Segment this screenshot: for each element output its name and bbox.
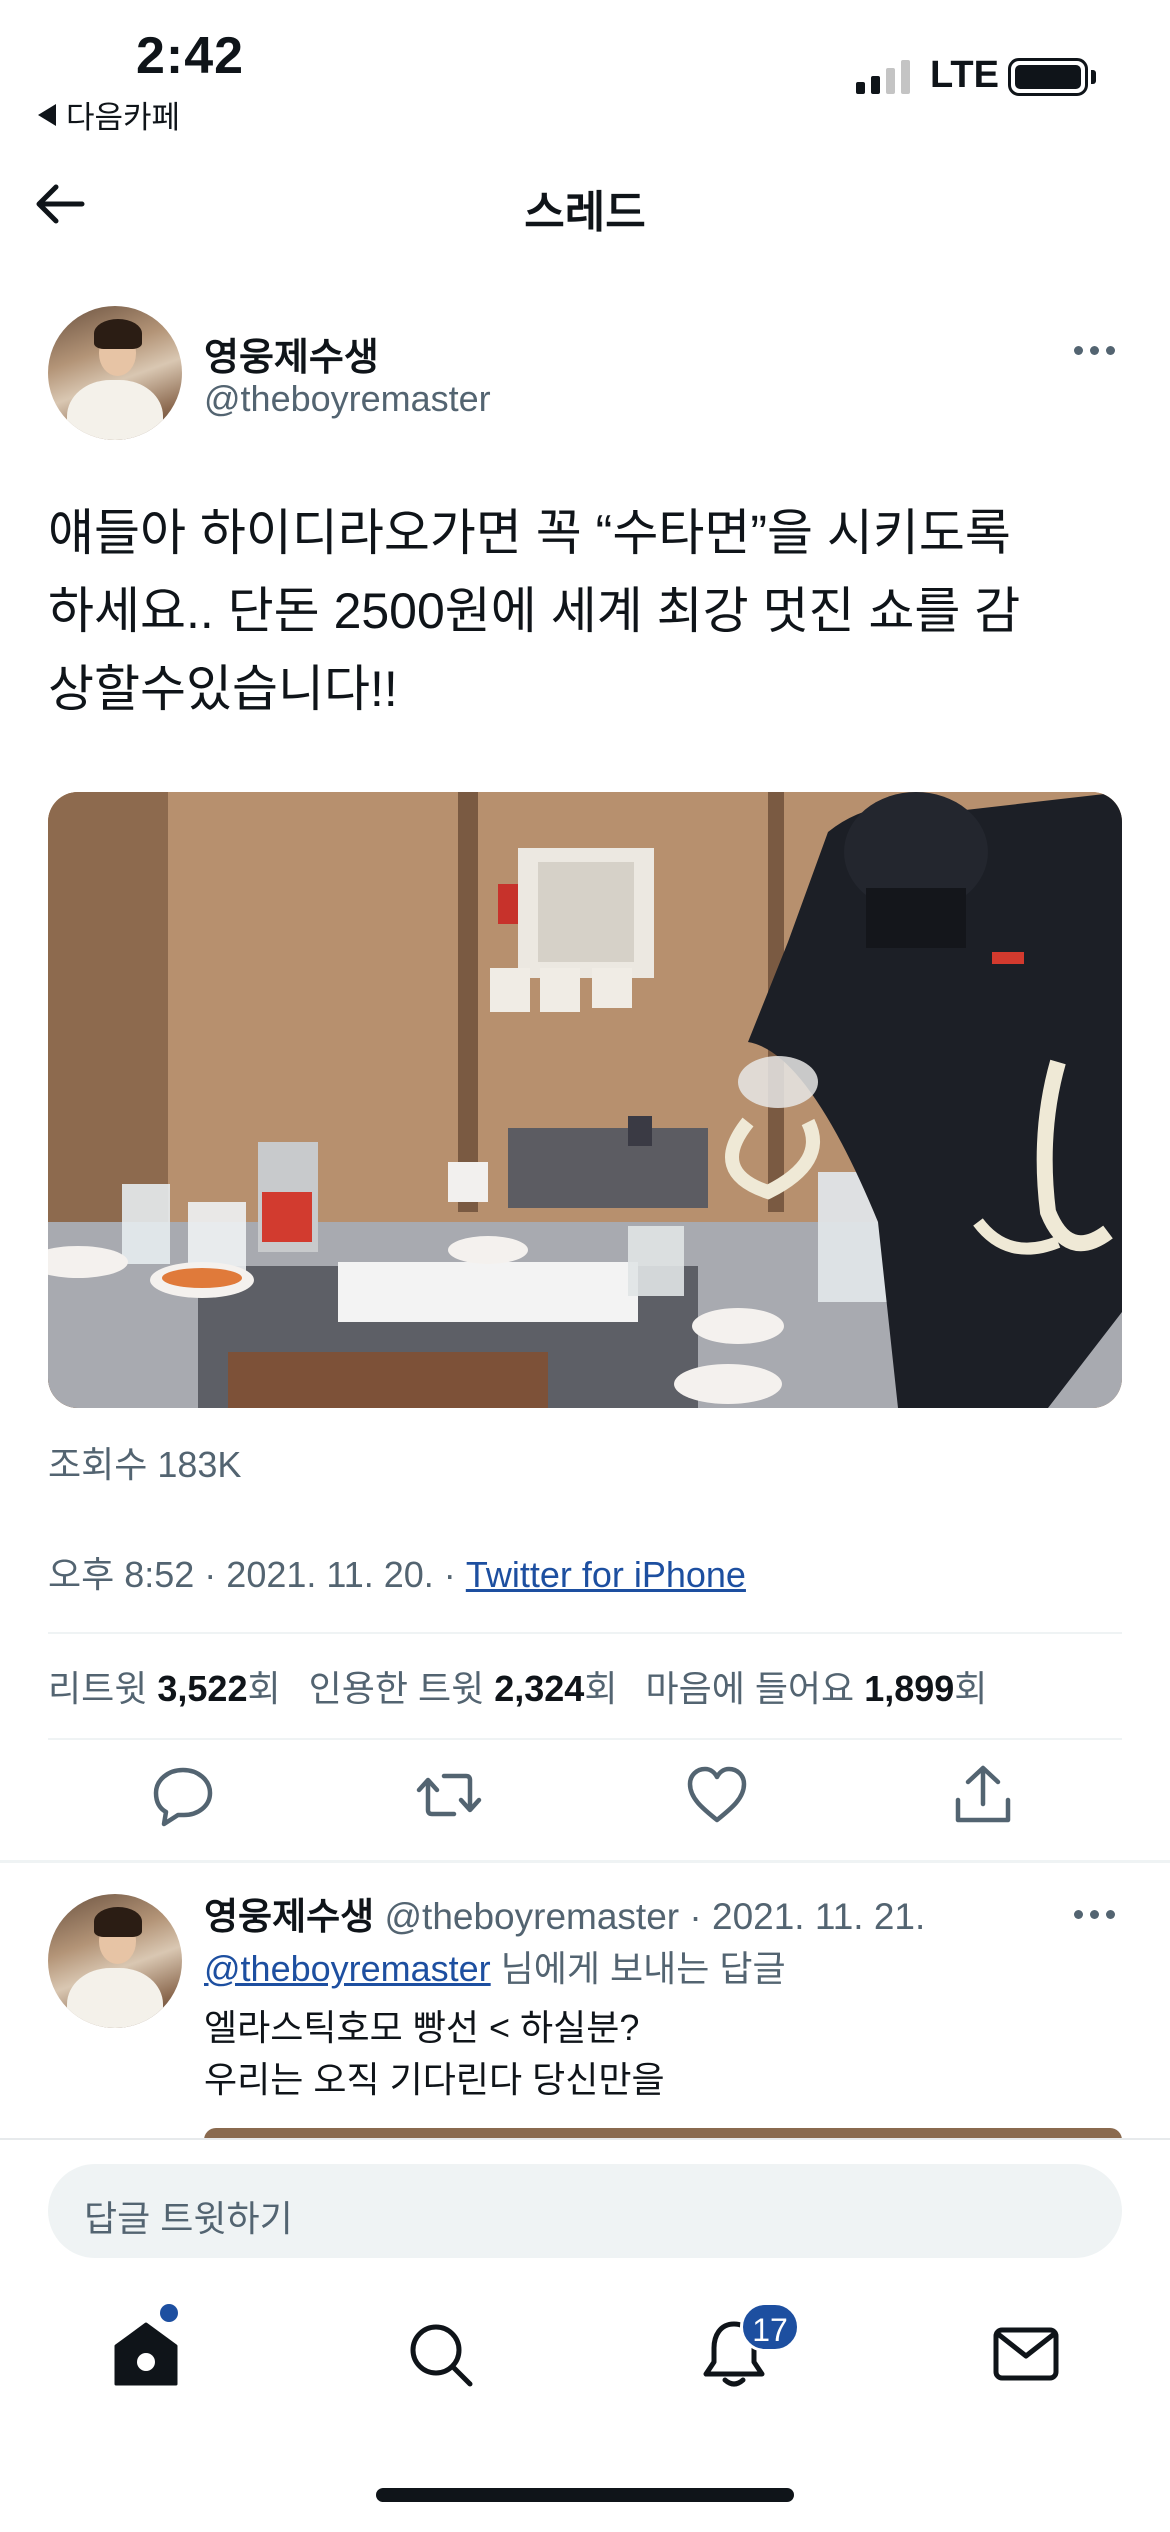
view-count: 조회수 183K [48,1444,242,1485]
reply-text: 엘라스틱호모 빵선 < 하실분? 우리는 오직 기다린다 당신만을 [204,2002,665,2106]
stat-label: 인용한 트윗 [308,1668,485,1709]
stat-label: 리트윗 [48,1668,148,1709]
stat-unit: 회 [584,1668,618,1709]
battery-cap [1091,70,1096,84]
battery-icon [1008,58,1088,96]
reply-to-suffix: 님에게 보내는 답글 [490,1948,786,1989]
author-handle[interactable]: @theboyremaster [204,378,491,420]
messages-mail-icon[interactable] [990,2318,1062,2390]
search-icon[interactable] [404,2318,476,2390]
nav-header: 스레드 [0,150,1170,260]
stat-value: 3,522 [157,1668,248,1709]
stat-label: 마음에 들어요 [645,1668,855,1709]
author-name[interactable]: 영웅제수생 [204,326,379,381]
back-to-app-link[interactable]: 다음카페 [38,92,180,137]
divider [48,1632,1122,1634]
tweet-more-icon[interactable] [1074,346,1115,355]
stat-value: 1,899 [864,1668,955,1709]
share-icon[interactable] [948,1760,1018,1830]
home-new-dot [160,2304,178,2322]
tweet-stats: 리트윗 3,522회 인용한 트윗 2,324회 마음에 들어요 1,899회 [48,1660,987,1712]
tweet-timestamp: 오후 8:52 · 2021. 11. 20. · [48,1554,466,1595]
reply-more-icon[interactable] [1074,1910,1115,1919]
quote-count[interactable]: 인용한 트윗 2,324회 [309,1660,618,1712]
tweet-actions [0,1760,1170,1840]
back-app-label: 다음카페 [66,100,181,135]
network-type: LTE [930,54,999,96]
stat-unit: 회 [954,1668,988,1709]
section-divider [0,1860,1170,1863]
status-time: 2:42 [136,27,245,85]
retweet-count[interactable]: 리트윗 3,522회 [48,1660,281,1712]
tweet-video[interactable] [48,792,1122,1408]
reply-to-line: @theboyremaster 님에게 보내는 답글 [204,1940,786,1992]
like-heart-icon[interactable] [682,1760,752,1830]
tweet-text-line: 하세요.. 단돈 2500원에 세계 최강 멋진 쇼를 감 [48,583,1021,639]
tweet-source-link[interactable]: Twitter for iPhone [466,1554,746,1595]
reply-icon[interactable] [148,1760,218,1830]
divider [48,1738,1122,1740]
cellular-signal-icon [856,58,910,94]
back-triangle-icon [38,103,56,126]
stat-value: 2,324 [494,1668,585,1709]
stat-unit: 회 [247,1668,281,1709]
reply-author-avatar[interactable] [48,1894,182,2028]
reply-meta: @theboyremaster · 2021. 11. 21. [384,1896,926,1937]
video-frame-image [48,792,1122,1408]
page-title: 스레드 [524,188,646,237]
reply-author-name: 영웅제수생 [204,1896,375,1937]
home-indicator [376,2488,794,2502]
tweet-meta: 오후 8:52 · 2021. 11. 20. · Twitter for iP… [48,1546,746,1598]
reply-text-line: 엘라스틱호모 빵선 < 하실분? [204,2007,640,2048]
tweet-text: 얘들아 하이디라오가면 꼭 “수타면”을 시키도록 하세요.. 단돈 2500원… [48,494,1128,728]
notifications-badge: 17 [740,2302,800,2352]
reply-text-line: 우리는 오직 기다린다 당신만을 [204,2059,665,2100]
like-count[interactable]: 마음에 들어요 1,899회 [645,1660,987,1712]
home-icon[interactable] [110,2318,182,2390]
tweet-text-line: 상할수있습니다!! [48,661,398,717]
author-avatar[interactable] [48,306,182,440]
retweet-icon[interactable] [414,1760,484,1830]
reply-to-handle-link[interactable]: @theboyremaster [204,1948,491,1989]
reply-header[interactable]: 영웅제수생 @theboyremaster · 2021. 11. 21. [204,1886,925,1940]
tweet-text-line: 얘들아 하이디라오가면 꼭 “수타면”을 시키도록 [48,505,1011,561]
reply-compose-input[interactable]: 답글 트윗하기 [48,2164,1122,2258]
status-bar: 2:42 다음카페 LTE [0,0,1170,140]
